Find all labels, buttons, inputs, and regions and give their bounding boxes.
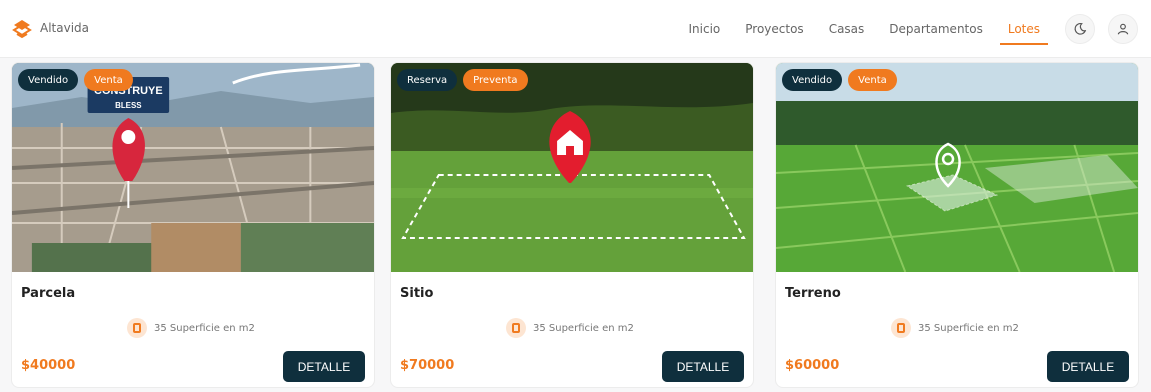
surface-info: 35 Superficie en m2 [506,318,634,338]
user-account-button[interactable] [1108,14,1138,44]
surface-text: 35 Superficie en m2 [154,322,255,334]
property-title: Parcela [21,286,76,301]
surface-info: 35 Superficie en m2 [127,318,255,338]
surface-icon [506,318,526,338]
status-badge: Reserva [397,69,458,91]
moon-icon [1074,23,1087,35]
property-title: Terreno [785,286,841,301]
grass-lot-photo [391,63,753,272]
surface-text: 35 Superficie en m2 [533,322,634,334]
main-navigation: Inicio Proyectos Casas Departamentos Lot… [689,0,1151,58]
property-price: $60000 [785,358,840,373]
altavida-logo-icon [12,20,32,39]
user-icon [1117,23,1129,35]
status-badges: Reserva Preventa [397,69,528,91]
nav-item-casas[interactable]: Casas [829,0,865,58]
property-price: $70000 [400,358,455,373]
property-title: Sitio [400,286,434,301]
top-navigation-bar: Altavida Inicio Proyectos Casas Departam… [0,0,1151,58]
surface-icon [127,318,147,338]
detail-button[interactable]: DETALLE [662,351,744,382]
nav-item-inicio[interactable]: Inicio [689,0,721,58]
property-card-terreno[interactable]: Vendido Venta Terreno 35 Superficie en m… [775,62,1139,388]
property-card-sitio[interactable]: Reserva Preventa Sitio 35 Superficie en … [390,62,754,388]
surface-text: 35 Superficie en m2 [918,322,1019,334]
status-badge: Vendido [18,69,79,91]
operation-badge: Preventa [463,69,528,91]
nav-item-proyectos[interactable]: Proyectos [745,0,803,58]
surface-info: 35 Superficie en m2 [891,318,1019,338]
aerial-city-photo: CONSTRUYE BLESS [12,63,374,272]
status-badges: Vendido Venta [782,69,897,91]
detail-button[interactable]: DETALLE [283,351,365,382]
property-image-sitio: Reserva Preventa [391,63,753,272]
property-image-terreno: Vendido Venta [776,63,1138,272]
property-price: $40000 [21,358,76,373]
brand-logo-link[interactable]: Altavida [10,12,89,44]
detail-button[interactable]: DETALLE [1047,351,1129,382]
brand-name: Altavida [40,21,90,35]
property-card-parcela[interactable]: CONSTRUYE BLESS Vendido Venta Parcela 35… [11,62,375,388]
theme-toggle-button[interactable] [1065,14,1095,44]
status-badge: Vendido [782,69,843,91]
surface-icon [891,318,911,338]
nav-item-lotes[interactable]: Lotes [999,0,1049,58]
operation-badge: Venta [84,69,133,91]
sign-line-bless: BLESS [115,101,142,110]
nav-item-departamentos[interactable]: Departamentos [889,0,983,58]
operation-badge: Venta [848,69,897,91]
farm-field-photo [776,63,1138,272]
property-image-parcela: CONSTRUYE BLESS Vendido Venta [12,63,374,272]
status-badges: Vendido Venta [18,69,133,91]
